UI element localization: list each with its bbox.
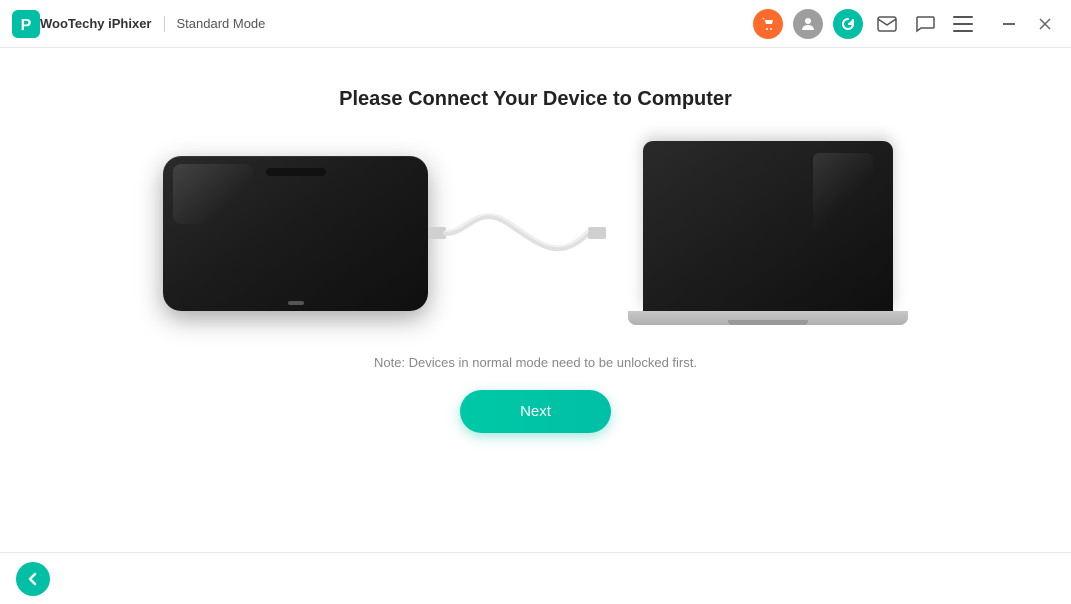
- user-icon-button[interactable]: [793, 9, 823, 39]
- window-controls: [995, 10, 1059, 38]
- connection-illustration: [163, 141, 908, 325]
- laptop-glare: [813, 153, 873, 233]
- app-name: WooTechy iPhixer: [40, 16, 152, 31]
- main-content: Please Connect Your Device to Computer: [0, 48, 1071, 552]
- app-logo: P: [12, 10, 40, 38]
- laptop-base: [628, 311, 908, 325]
- chat-icon-button[interactable]: [911, 10, 939, 38]
- titlebar-icons: [753, 9, 1059, 39]
- next-button[interactable]: Next: [460, 390, 611, 433]
- mode-label: Standard Mode: [177, 16, 754, 31]
- phone-port: [288, 301, 304, 305]
- phone-glare: [173, 164, 253, 224]
- laptop-screen: [643, 141, 893, 311]
- close-button[interactable]: [1031, 10, 1059, 38]
- update-icon-button[interactable]: [833, 9, 863, 39]
- page-title: Please Connect Your Device to Computer: [339, 88, 732, 111]
- bottom-bar: [0, 552, 1071, 604]
- laptop-device: [628, 141, 908, 325]
- note-text: Note: Devices in normal mode need to be …: [374, 355, 697, 370]
- usb-cable: [428, 173, 628, 293]
- titlebar: P WooTechy iPhixer Standard Mode: [0, 0, 1071, 48]
- svg-text:P: P: [21, 17, 32, 34]
- back-button[interactable]: [16, 562, 50, 596]
- menu-icon-button[interactable]: [949, 10, 977, 38]
- mail-icon-button[interactable]: [873, 10, 901, 38]
- phone-device: [163, 156, 428, 311]
- shop-icon-button[interactable]: [753, 9, 783, 39]
- minimize-button[interactable]: [995, 10, 1023, 38]
- titlebar-divider: [164, 16, 165, 32]
